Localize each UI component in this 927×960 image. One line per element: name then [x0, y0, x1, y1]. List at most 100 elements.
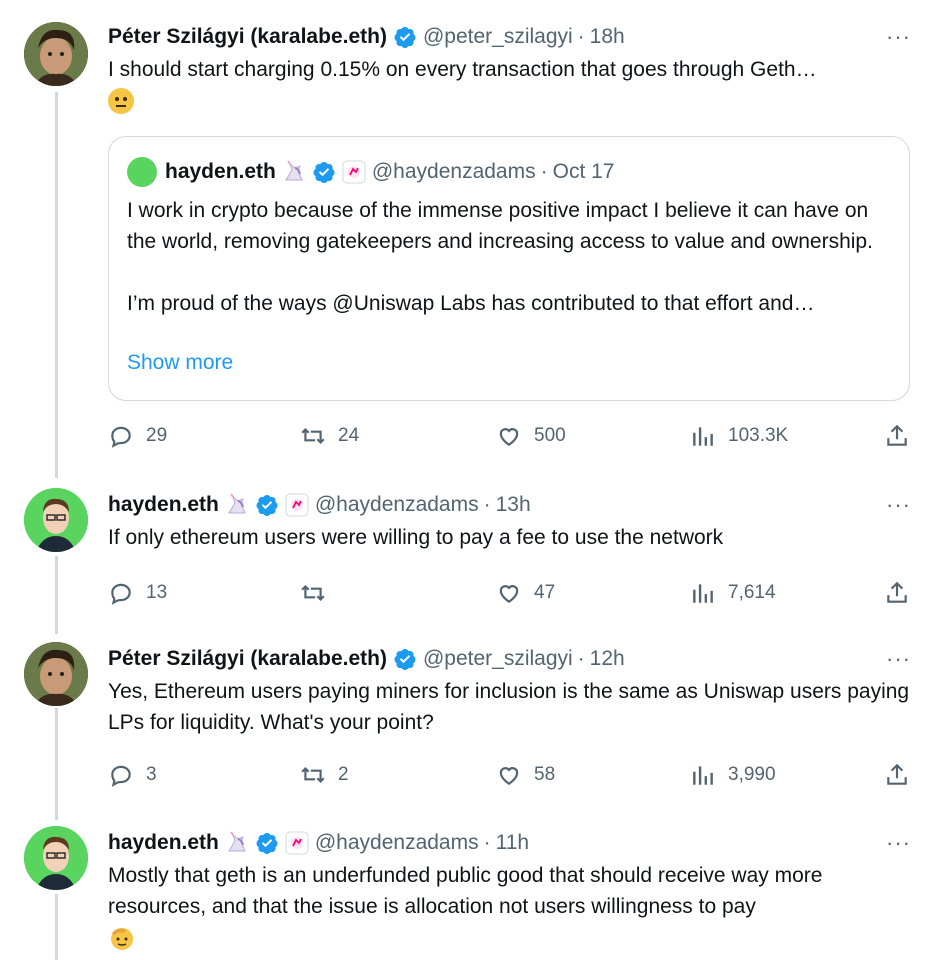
show-more-link[interactable]: Show more — [127, 351, 233, 375]
unicorn-icon — [227, 831, 246, 852]
verified-icon — [256, 833, 278, 854]
tweet[interactable]: hayden.eth @haydenzadams · 13h ··· If on… — [108, 490, 911, 553]
thinking-face-icon — [108, 88, 134, 115]
retweet-button[interactable] — [300, 580, 338, 606]
like-count: 58 — [534, 764, 556, 785]
reply-icon — [111, 765, 131, 787]
quoted-tweet-header: hayden.eth @haydenzadams · Oct 17 — [127, 157, 614, 187]
timestamp[interactable]: 13h — [496, 493, 531, 517]
avatar[interactable] — [24, 488, 88, 552]
separator: · — [483, 493, 491, 516]
tweet-text: If only ethereum users were willing to p… — [108, 526, 724, 549]
retweet-button[interactable]: 2 — [300, 762, 349, 788]
retweet-icon — [301, 584, 325, 602]
heart-icon — [499, 767, 519, 785]
quoted-tweet[interactable]: hayden.eth @haydenzadams · Oct 17 I work… — [108, 136, 910, 401]
more-options-icon[interactable]: ··· — [886, 646, 911, 672]
quoted-avatar — [127, 157, 157, 187]
saluting-face-icon — [111, 928, 133, 951]
reply-count: 13 — [146, 582, 168, 603]
author-name[interactable]: Péter Szilágyi (karalabe.eth) — [108, 25, 387, 49]
author-handle[interactable]: @peter_szilagyi — [423, 25, 573, 49]
thread-line — [55, 894, 58, 960]
like-count: 500 — [534, 425, 566, 446]
separator: · — [540, 160, 548, 183]
thread-line — [55, 92, 58, 478]
quoted-tweet-text: I work in crypto because of the immense … — [127, 195, 893, 319]
views-button[interactable]: 103.3K — [690, 423, 788, 449]
uniswap-affiliate-icon — [285, 831, 309, 855]
reply-button[interactable]: 3 — [108, 762, 157, 788]
quoted-paragraph-1: I work in crypto because of the immense … — [127, 199, 873, 253]
verified-icon — [394, 649, 416, 670]
thread-line — [55, 556, 58, 634]
unicorn-icon — [227, 493, 246, 514]
tweet-actions: 29 24 500 103.3K — [108, 421, 909, 451]
quoted-author-handle: @haydenzadams — [371, 160, 536, 183]
retweet-count: 2 — [338, 764, 349, 785]
author-handle[interactable]: @haydenzadams — [315, 831, 479, 855]
view-count: 3,990 — [728, 764, 776, 785]
share-button[interactable] — [884, 580, 910, 606]
author-handle[interactable]: @haydenzadams — [315, 493, 479, 517]
like-button[interactable]: 58 — [496, 762, 555, 788]
retweet-icon — [301, 766, 325, 784]
views-button[interactable]: 3,990 — [690, 762, 776, 788]
uniswap-affiliate-icon — [285, 493, 309, 517]
avatar[interactable] — [24, 642, 88, 706]
more-options-icon[interactable]: ··· — [886, 830, 911, 856]
thread-line — [55, 708, 58, 820]
tweet-header: hayden.eth @haydenzadams · 11h — [108, 828, 911, 858]
share-icon — [887, 581, 907, 603]
retweet-icon — [301, 427, 325, 445]
tweet-text: Yes, Ethereum users paying miners for in… — [108, 680, 910, 734]
view-count: 103.3K — [728, 425, 789, 446]
views-icon — [693, 766, 713, 785]
separator: · — [577, 25, 585, 48]
tweet[interactable]: Péter Szilágyi (karalabe.eth) @peter_szi… — [108, 22, 911, 116]
quoted-author-name: hayden.eth — [165, 160, 276, 183]
separator: · — [577, 647, 585, 670]
more-options-icon[interactable]: ··· — [886, 492, 911, 518]
like-button[interactable]: 500 — [496, 423, 566, 449]
timestamp[interactable]: 18h — [590, 25, 625, 49]
reply-count: 3 — [146, 764, 157, 785]
avatar[interactable] — [24, 826, 88, 890]
retweet-button[interactable]: 24 — [300, 423, 359, 449]
retweet-count: 24 — [338, 425, 360, 446]
views-button[interactable]: 7,614 — [690, 580, 776, 606]
timestamp[interactable]: 11h — [496, 831, 529, 855]
verified-icon — [313, 162, 335, 183]
reply-icon — [111, 583, 131, 605]
author-name[interactable]: hayden.eth — [108, 493, 219, 517]
tweet[interactable]: Péter Szilágyi (karalabe.eth) @peter_szi… — [108, 644, 911, 738]
author-name[interactable]: Péter Szilágyi (karalabe.eth) — [108, 647, 387, 671]
like-button[interactable]: 47 — [496, 580, 555, 606]
reply-count: 29 — [146, 425, 168, 446]
like-count: 47 — [534, 582, 556, 603]
tweet-actions: 3 2 58 3,990 — [108, 760, 909, 790]
views-icon — [693, 584, 713, 603]
avatar[interactable] — [24, 22, 88, 86]
author-handle[interactable]: @peter_szilagyi — [423, 647, 573, 671]
tweet-header: Péter Szilágyi (karalabe.eth) @peter_szi… — [108, 644, 911, 674]
share-icon — [887, 424, 907, 446]
tweet-header: Péter Szilágyi (karalabe.eth) @peter_szi… — [108, 22, 911, 52]
reply-button[interactable]: 29 — [108, 423, 167, 449]
quoted-timestamp: Oct 17 — [552, 160, 615, 183]
reply-button[interactable]: 13 — [108, 580, 167, 606]
tweet[interactable]: hayden.eth @haydenzadams · 11h ··· Mostl… — [108, 828, 911, 953]
author-name[interactable]: hayden.eth — [108, 831, 219, 855]
timestamp[interactable]: 12h — [590, 647, 625, 671]
more-options-icon[interactable]: ··· — [886, 24, 911, 50]
heart-icon — [499, 585, 519, 603]
separator: · — [483, 831, 491, 854]
share-button[interactable] — [884, 762, 910, 788]
share-icon — [887, 763, 907, 785]
view-count: 7,614 — [728, 582, 776, 603]
uniswap-affiliate-icon — [342, 160, 366, 184]
unicorn-icon — [284, 160, 303, 181]
reply-icon — [111, 426, 131, 448]
share-button[interactable] — [884, 423, 910, 449]
views-icon — [693, 427, 713, 446]
